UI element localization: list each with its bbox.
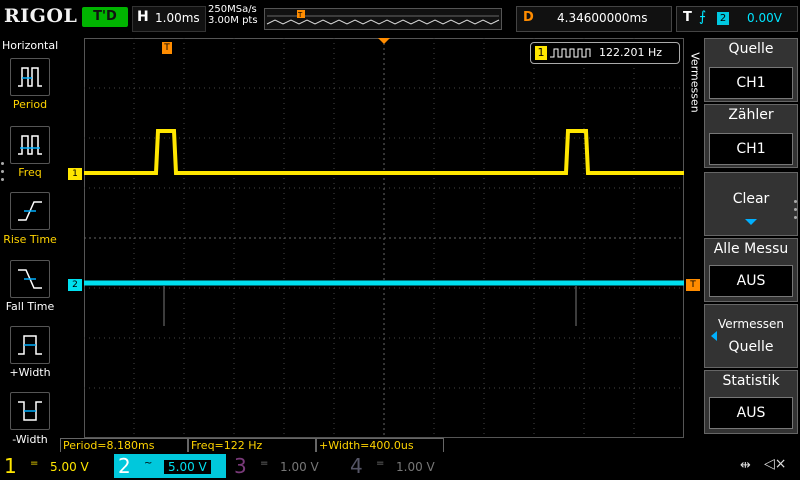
all-measure-title: Alle Messu — [713, 241, 789, 257]
freq-measurement: Freq=122 Hz — [188, 438, 316, 453]
trigger-level-marker[interactable]: T — [686, 279, 700, 291]
channel-1-scale: 5.00 V — [50, 460, 89, 474]
channel-4-scale: 1.00 V — [396, 460, 435, 474]
plus-width-button[interactable] — [10, 326, 50, 364]
channel-4-coupling: = — [376, 458, 385, 469]
channel-1-coupling: = — [30, 458, 39, 469]
width-measurement: +Width=400.0us — [316, 438, 444, 453]
measure-source-value: Quelle — [728, 339, 774, 355]
graticule — [84, 38, 684, 438]
timebase-label: H — [137, 9, 149, 25]
source-title: Quelle — [728, 41, 774, 57]
rise-time-label: Rise Time — [3, 233, 57, 246]
clear-softkey[interactable]: Clear — [704, 172, 798, 236]
speaker-muted-icon[interactable]: ◁× — [764, 456, 787, 472]
channel-2-coupling: ~ — [144, 458, 153, 469]
measurement-results-bar: Period=8.180ms Freq=122 Hz +Width=400.0u… — [60, 438, 700, 453]
all-measure-softkey[interactable]: Alle Messu AUS — [704, 238, 798, 302]
memory-depth: 3.00M pts — [208, 15, 258, 26]
freq-label: Freq — [18, 166, 42, 179]
channel-1-status[interactable]: 1 = 5.00 V — [0, 454, 112, 478]
sample-rate: 250MSa/s — [208, 4, 257, 15]
timebase-value: 1.00ms — [155, 11, 200, 25]
channel-4-status[interactable]: 4 = 1.00 V — [346, 454, 458, 478]
channel-1-marker[interactable]: 1 — [68, 168, 82, 180]
channel-3-number: 3 — [234, 454, 247, 478]
clear-title: Clear — [732, 191, 770, 207]
counter-softkey[interactable]: Zähler CH1 — [704, 104, 798, 168]
run-stop-status[interactable]: T'D — [82, 7, 128, 27]
rise-time-button[interactable] — [10, 192, 50, 230]
counter-value: 122.201 Hz — [599, 46, 663, 59]
trigger-level: 0.00V — [747, 11, 782, 25]
source-softkey[interactable]: Quelle CH1 — [704, 38, 798, 102]
acquisition-info: 250MSa/s 3.00M pts — [208, 4, 258, 26]
timebase-box[interactable]: H 1.00ms — [132, 6, 206, 32]
frequency-counter-readout: 1 122.201 Hz — [530, 42, 680, 64]
chevron-down-icon — [745, 219, 757, 225]
left-menu-title: Horizontal — [2, 39, 59, 52]
right-scroll-dots — [794, 200, 798, 224]
right-menu-tab: Vermessen — [686, 40, 704, 130]
minus-width-icon — [18, 401, 42, 421]
delay-box[interactable]: D 4.34600000ms — [516, 6, 672, 32]
period-label: Period — [12, 98, 48, 111]
trigger-box[interactable]: T ⨍ 2 0.00V — [676, 6, 798, 32]
rigol-logo: RIGOL — [4, 5, 78, 27]
period-measurement: Period=8.180ms — [60, 438, 188, 453]
channel-2-number: 2 — [118, 454, 131, 478]
top-status-bar: RIGOL T'D H 1.00ms 250MSa/s 3.00M pts T … — [0, 0, 800, 36]
fall-time-icon — [18, 269, 42, 289]
statistics-value: AUS — [709, 397, 793, 429]
trigger-time-marker: T — [162, 42, 172, 54]
plus-width-icon — [18, 335, 42, 355]
square-wave-icon — [550, 48, 591, 58]
statistics-softkey[interactable]: Statistik AUS — [704, 370, 798, 434]
rise-time-icon — [18, 201, 42, 221]
counter-source-value: CH1 — [709, 133, 793, 165]
counter-channel-badge: 1 — [535, 46, 547, 60]
trigger-label: T — [683, 10, 692, 25]
statistics-title: Statistik — [722, 373, 780, 389]
svg-text:T: T — [297, 11, 303, 19]
channel-status-bar: 1 = 5.00 V 2 ~ 5.00 V 3 = 1.00 V 4 = 1.0… — [0, 452, 800, 480]
left-scroll-dots — [1, 162, 5, 186]
channel-3-status[interactable]: 3 = 1.00 V — [230, 454, 342, 478]
measure-source-title: Vermessen — [718, 317, 784, 331]
delay-label: D — [523, 10, 534, 25]
freq-icon — [18, 135, 42, 155]
right-menu-tab-label: Vermessen — [688, 52, 702, 113]
memory-overview-bar[interactable]: T — [264, 8, 502, 30]
channel-2-marker[interactable]: 2 — [68, 279, 82, 291]
usb-icon: ⇹ — [740, 458, 751, 473]
minus-width-label: -Width — [12, 433, 48, 446]
trigger-source-channel: 2 — [717, 12, 729, 25]
counter-title: Zähler — [728, 107, 774, 123]
fall-time-button[interactable] — [10, 260, 50, 298]
period-button[interactable] — [10, 58, 50, 96]
all-measure-value: AUS — [709, 265, 793, 297]
channel-3-scale: 1.00 V — [280, 460, 319, 474]
plus-width-label: +Width — [9, 366, 51, 379]
freq-button[interactable] — [10, 126, 50, 164]
channel-1-trace — [84, 129, 684, 175]
measure-source-softkey[interactable]: Vermessen Quelle — [704, 304, 798, 368]
period-icon — [18, 67, 42, 87]
channel-1-number: 1 — [4, 454, 17, 478]
minus-width-button[interactable] — [10, 392, 50, 430]
left-measure-menu: Horizontal Period Freq Rise Time Fall Ti… — [0, 36, 60, 456]
channel-2-scale: 5.00 V — [164, 460, 211, 474]
channel-2-status[interactable]: 2 ~ 5.00 V — [114, 454, 226, 478]
waveform-display[interactable] — [84, 38, 684, 438]
fall-time-label: Fall Time — [5, 300, 55, 313]
channel-3-coupling: = — [260, 458, 269, 469]
channel-4-number: 4 — [350, 454, 363, 478]
trigger-position-marker — [378, 38, 390, 44]
delay-value: 4.34600000ms — [557, 11, 648, 25]
rising-edge-icon: ⨍ — [699, 9, 707, 25]
source-value: CH1 — [709, 67, 793, 99]
